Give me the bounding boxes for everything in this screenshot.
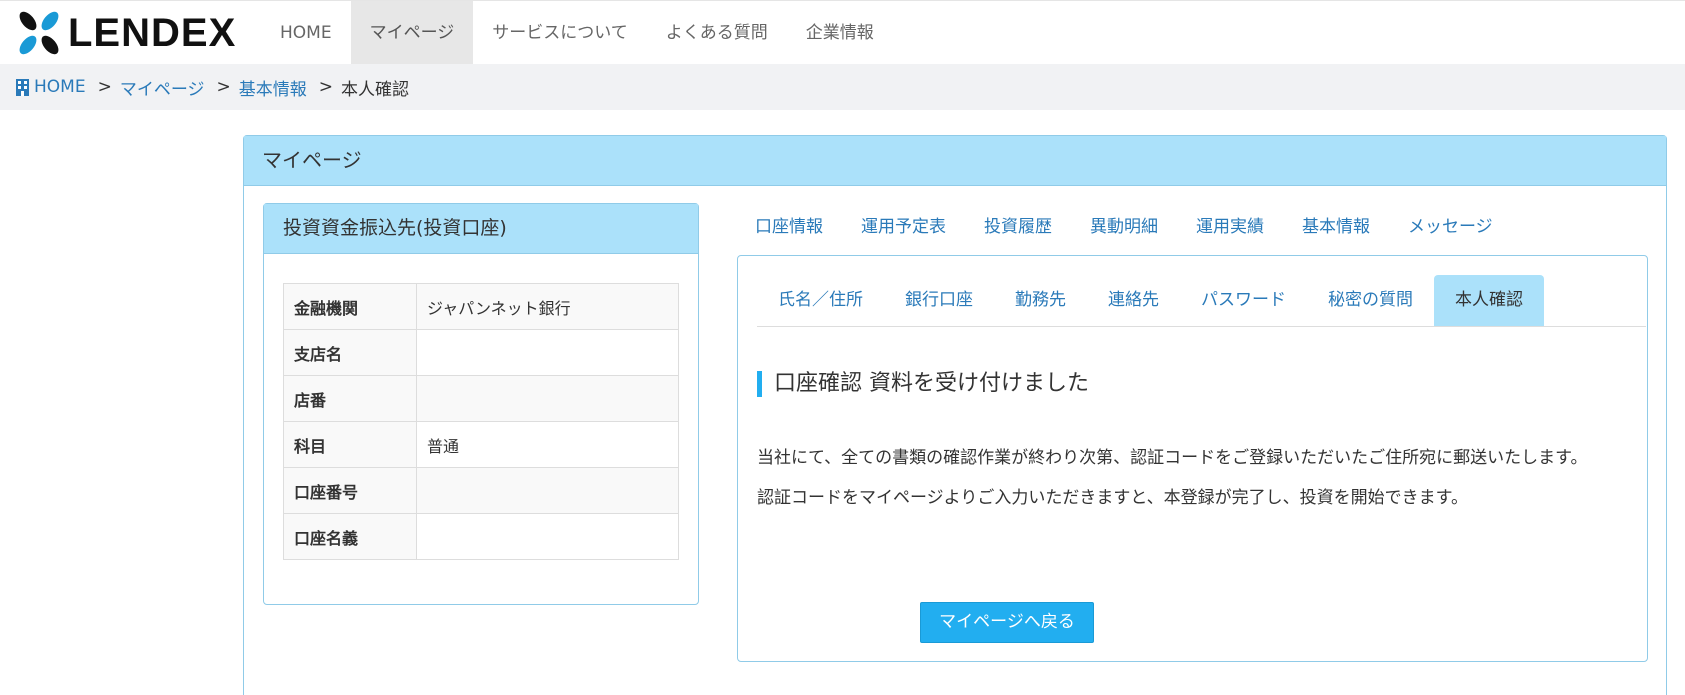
subtab-employer[interactable]: 勤務先 [994, 275, 1087, 326]
back-to-mypage-button[interactable]: マイページへ戻る [920, 602, 1094, 643]
table-row: 科目 普通 [283, 421, 679, 468]
notice-text-2: 認証コードをマイページよりご入力いただきますと、本登録が完了し、投資を開始できま… [757, 488, 1468, 508]
tab-schedule[interactable]: 運用予定表 [842, 209, 965, 245]
building-icon [16, 78, 29, 96]
table-row: 店番 [283, 375, 679, 422]
row-label: 口座名義 [283, 513, 417, 560]
breadcrumb-separator: > [97, 77, 112, 97]
nav-faq[interactable]: よくある質問 [647, 1, 787, 65]
basic-info-box: 氏名／住所 銀行口座 勤務先 連絡先 パスワード 秘密の質問 本人確認 口座確認… [737, 255, 1648, 662]
basic-info-subtabs: 氏名／住所 銀行口座 勤務先 連絡先 パスワード 秘密の質問 本人確認 [757, 275, 1646, 327]
brand-name: LENDEX [68, 11, 237, 55]
subtab-identity[interactable]: 本人確認 [1434, 275, 1544, 326]
tab-account-info[interactable]: 口座情報 [736, 209, 842, 245]
breadcrumb-home[interactable]: HOME [34, 77, 86, 97]
nav-company[interactable]: 企業情報 [787, 1, 893, 65]
breadcrumb-current: 本人確認 [341, 79, 409, 100]
account-table: 金融機関 ジャパンネット銀行 支店名 店番 科目 普通 口座番号 口座名義 [283, 283, 679, 560]
breadcrumb-separator: > [318, 77, 333, 97]
row-value [416, 467, 679, 514]
tab-performance[interactable]: 運用実績 [1177, 209, 1283, 245]
tab-messages[interactable]: メッセージ [1389, 209, 1512, 245]
subtab-bank-account[interactable]: 銀行口座 [884, 275, 994, 326]
row-value [416, 513, 679, 560]
subtab-contact[interactable]: 連絡先 [1087, 275, 1180, 326]
row-value: 普通 [416, 421, 679, 468]
nav-home[interactable]: HOME [261, 1, 351, 65]
nav-service[interactable]: サービスについて [473, 1, 647, 65]
row-label: 金融機関 [283, 283, 417, 330]
brand-logo[interactable]: LENDEX [14, 8, 236, 58]
subtab-secret-question[interactable]: 秘密の質問 [1307, 275, 1434, 326]
breadcrumb: HOME > マイページ > 基本情報 > 本人確認 [0, 64, 1685, 110]
section-heading: 口座確認 資料を受け付けました [757, 371, 1089, 397]
main-nav: HOME マイページ サービスについて よくある質問 企業情報 [261, 1, 893, 65]
account-box-title: 投資資金振込先(投資口座) [264, 204, 698, 254]
lendex-logo-icon [19, 11, 59, 55]
row-value: ジャパンネット銀行 [416, 283, 679, 330]
account-box: 投資資金振込先(投資口座) 金融機関 ジャパンネット銀行 支店名 店番 科目 普… [263, 203, 699, 605]
row-value [416, 329, 679, 376]
breadcrumb-basic-info[interactable]: 基本情報 [239, 75, 307, 100]
subtab-name-address[interactable]: 氏名／住所 [757, 275, 884, 326]
panel-title: マイページ [244, 136, 1666, 186]
nav-mypage[interactable]: マイページ [350, 1, 474, 65]
tab-basic-info[interactable]: 基本情報 [1283, 209, 1389, 245]
row-label: 科目 [283, 421, 417, 468]
table-row: 口座番号 [283, 467, 679, 514]
row-label: 店番 [283, 375, 417, 422]
tab-transactions[interactable]: 異動明細 [1071, 209, 1177, 245]
table-row: 支店名 [283, 329, 679, 376]
row-value [416, 375, 679, 422]
top-navbar: LENDEX HOME マイページ サービスについて よくある質問 企業情報 [0, 0, 1685, 65]
notice-text-1: 当社にて、全ての書類の確認作業が終わり次第、認証コードをご登録いただいたご住所宛… [757, 448, 1588, 468]
tab-investment-history[interactable]: 投資履歴 [965, 209, 1071, 245]
row-label: 支店名 [283, 329, 417, 376]
breadcrumb-mypage[interactable]: マイページ [120, 75, 205, 100]
table-row: 口座名義 [283, 513, 679, 560]
breadcrumb-separator: > [216, 77, 231, 97]
row-label: 口座番号 [283, 467, 417, 514]
subtab-password[interactable]: パスワード [1180, 275, 1307, 326]
mypage-tabs: 口座情報 運用予定表 投資履歴 異動明細 運用実績 基本情報 メッセージ [736, 209, 1512, 245]
table-row: 金融機関 ジャパンネット銀行 [283, 283, 679, 330]
